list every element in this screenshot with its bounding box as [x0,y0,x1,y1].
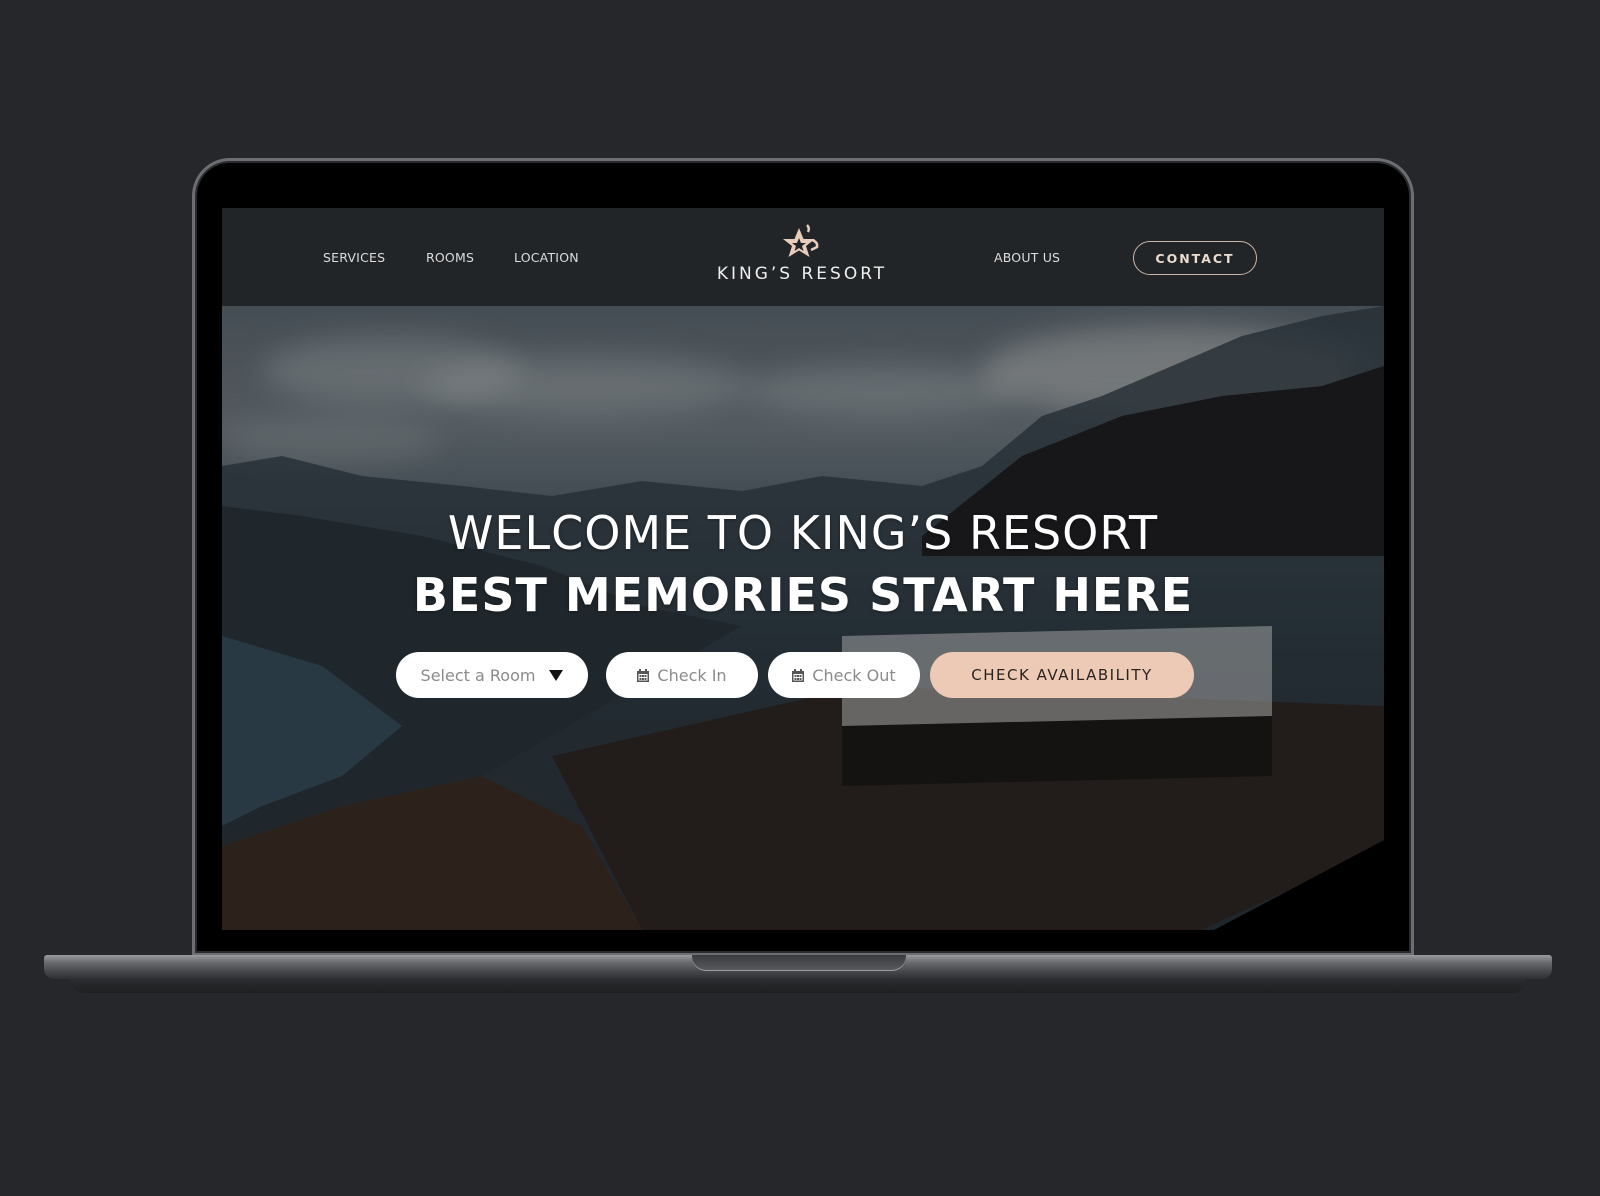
laptop-hinge-notch [692,955,906,971]
check-in-placeholder: Check In [657,665,727,685]
room-select-dropdown[interactable]: Select a Room [396,652,588,698]
hero-headline-primary: WELCOME TO KING’S RESORT [447,506,1159,560]
logo-text: KING’S RESORT [716,264,888,284]
laptop-base-bottom [70,979,1526,993]
room-select-value: Select a Room [420,665,536,685]
site-logo[interactable]: KING’S RESORT [692,222,912,284]
nav-link-location[interactable]: LOCATION [514,250,579,265]
check-out-date-input[interactable]: Check Out [768,652,920,698]
calendar-icon [792,668,805,682]
laptop-screen: SERVICES ROOMS LOCATION KING’S RESORT AB… [222,208,1384,930]
caret-down-icon [549,669,564,681]
nav-link-services[interactable]: SERVICES [323,250,385,265]
check-availability-button[interactable]: CHECK AVAILABILITY [930,652,1194,698]
hero-section: WELCOME TO KING’S RESORT BEST MEMORIES S… [222,306,1384,930]
nav-link-rooms[interactable]: ROOMS [426,250,474,265]
nav-link-about-us[interactable]: ABOUT US [994,250,1060,265]
contact-button[interactable]: CONTACT [1133,241,1257,275]
screen-corner-shadow [1214,840,1384,930]
calendar-icon [637,668,650,682]
star-crown-icon [783,224,819,257]
hero-headline-secondary: BEST MEMORIES START HERE [412,568,1194,622]
site-navbar: SERVICES ROOMS LOCATION KING’S RESORT AB… [222,208,1384,306]
booking-form: Select a Room Check In Check Out CHECK A… [222,652,1384,700]
check-out-placeholder: Check Out [812,665,896,685]
check-in-date-input[interactable]: Check In [606,652,758,698]
